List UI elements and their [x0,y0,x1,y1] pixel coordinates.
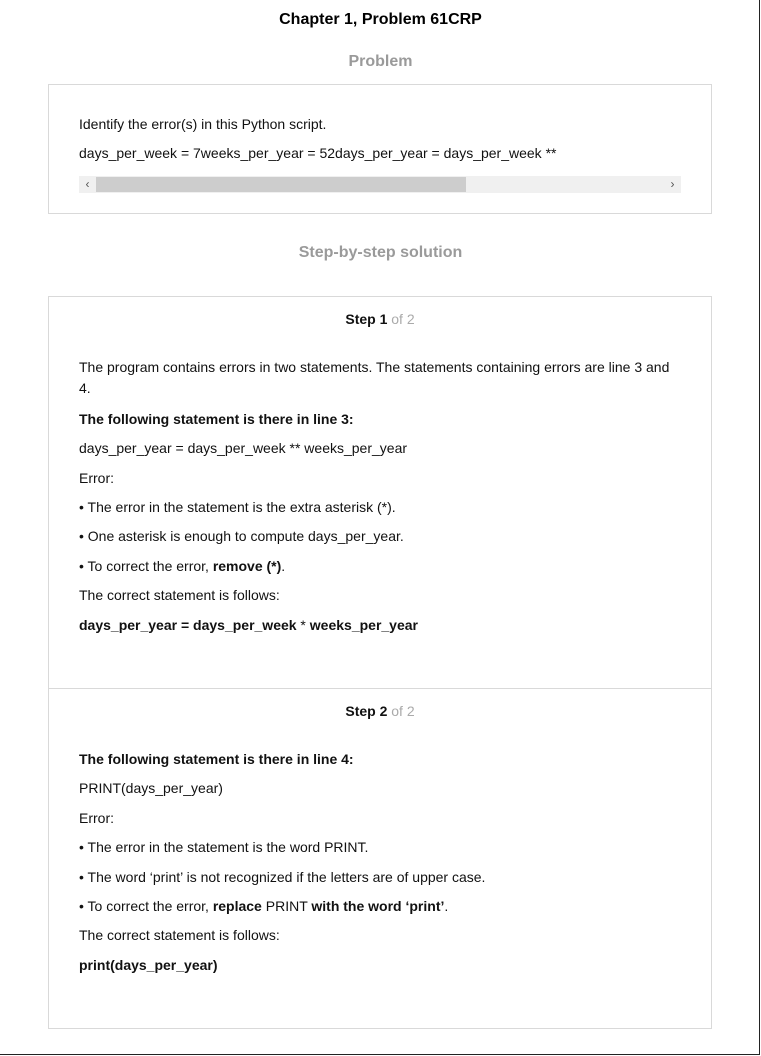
step-2-bullet-3: • To correct the error, replace PRINT wi… [79,896,681,917]
solution-box: Step 1 of 2 The program contains errors … [48,296,712,1029]
step-1-bullet-3: • To correct the error, remove (*). [79,556,681,577]
step-2-bullet-3-bold-2: with the word ‘print’ [311,898,445,914]
step-2-statement: PRINT(days_per_year) [79,780,223,796]
step-divider [49,688,711,689]
step-2-bullet-3-mid: PRINT [261,898,312,914]
scroll-thumb[interactable] [96,177,466,192]
step-1-bullet-1: • The error in the statement is the extr… [79,499,396,515]
step-2-header: Step 2 of 2 [49,703,711,719]
step-2-error-label: Error: [79,810,114,826]
step-1-correct-bold-2: weeks_per_year [309,617,418,633]
problem-question: Identify the error(s) in this Python scr… [79,116,327,132]
step-2-bullet-3-suffix: . [444,898,449,914]
step-2-heading: The following statement is there in line… [79,751,354,767]
step-2-bullet-1: • The error in the statement is the word… [79,839,369,855]
step-2-correct-code: print(days_per_year) [79,957,218,973]
step-1-bullet-3-prefix: • To correct the error, [79,558,213,574]
step-1-error-label: Error: [79,470,114,486]
step-1-correct-bold-1: days_per_year = days_per_week [79,617,297,633]
step-1-correct-label: The correct statement is follows: [79,587,280,603]
solution-section-title: Step-by-step solution [298,244,463,261]
step-2-bullet-2: • The word ‘print’ is not recognized if … [79,869,486,885]
step-1-label: Step 1 [345,311,388,327]
step-2-of: of 2 [391,703,415,719]
step-1-header: Step 1 of 2 [49,311,711,327]
step-2-bullet-3-bold-1: replace [212,898,262,914]
step-1-heading: The following statement is there in line… [79,411,354,427]
step-2-correct-label: The correct statement is follows: [79,927,280,943]
problem-code: days_per_week = 7weeks_per_year = 52days… [79,145,557,161]
step-2-bullet-3-prefix: • To correct the error, [79,898,213,914]
step-1-correct-mid: * [296,617,310,633]
step-2-label: Step 2 [345,703,388,719]
step-1-statement: days_per_year = days_per_week ** weeks_p… [79,440,408,456]
step-1-bullet-3-suffix: . [281,558,286,574]
problem-section-title: Problem [348,53,413,70]
scroll-right-icon[interactable]: › [664,176,681,193]
step-1-intro: The program contains errors in two state… [79,359,670,396]
page-title: Chapter 1, Problem 61CRP [279,11,482,28]
step-1-correct-statement: days_per_year = days_per_week * weeks_pe… [79,615,681,636]
scroll-left-icon[interactable]: ‹ [79,176,96,193]
step-1-bullet-3-bold: remove (*) [212,558,282,574]
problem-box: Identify the error(s) in this Python scr… [48,84,712,214]
step-1-bullet-2: • One asterisk is enough to compute days… [79,528,404,544]
horizontal-scrollbar[interactable]: ‹ › [79,176,681,193]
step-1-of: of 2 [391,311,415,327]
